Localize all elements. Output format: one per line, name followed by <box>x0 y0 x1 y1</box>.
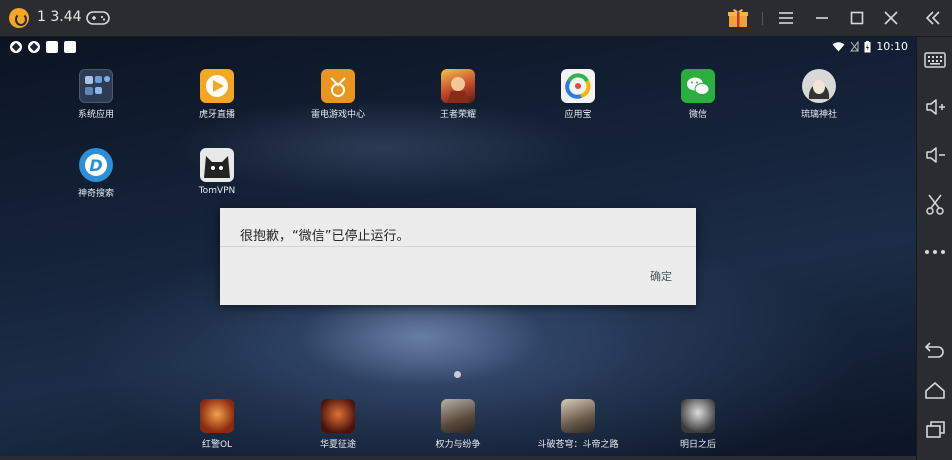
back-icon[interactable] <box>923 338 947 362</box>
search-d-icon: D <box>79 148 113 182</box>
android-status-bar: 10:10 <box>0 37 916 57</box>
maximize-icon[interactable] <box>844 6 870 30</box>
window-title: 1 3.44 <box>37 9 82 25</box>
title-bar: 1 3.44 <box>0 0 952 37</box>
minimize-icon[interactable] <box>809 6 835 30</box>
close-icon[interactable] <box>878 6 904 30</box>
app-power-strife[interactable]: 权力与纷争 <box>413 399 503 450</box>
app-red-alert[interactable]: 红警OL <box>172 399 262 450</box>
status-clock: 10:10 <box>876 40 908 53</box>
game-center-icon <box>321 69 355 103</box>
honor-of-kings-icon <box>441 69 475 103</box>
recent-apps-icon[interactable] <box>923 417 947 441</box>
menu-icon[interactable] <box>773 6 799 30</box>
app-label: 神奇搜索 <box>77 189 114 199</box>
scissors-icon[interactable] <box>923 192 947 216</box>
notification-app-icon <box>10 41 22 53</box>
wechat-icon <box>681 69 715 103</box>
app-label: 红警OL <box>201 440 233 450</box>
huaxia-icon <box>321 399 355 433</box>
no-signal-icon <box>850 41 859 52</box>
app-tomorrow[interactable]: 明日之后 <box>653 399 743 450</box>
app-tomvpn[interactable]: TomVPN <box>172 148 262 196</box>
home-icon[interactable] <box>923 378 947 402</box>
app-store-icon <box>561 69 595 103</box>
app-label: 明日之后 <box>679 440 716 450</box>
app-label: 雷电游戏中心 <box>310 110 365 120</box>
app-label: 斗破苍穹：斗帝之路 <box>537 440 619 450</box>
huya-icon <box>200 69 234 103</box>
app-label: 虎牙直播 <box>198 110 235 120</box>
red-alert-icon <box>200 399 234 433</box>
folder-icon <box>79 69 113 103</box>
app-label: 应用宝 <box>564 110 592 120</box>
app-game-center[interactable]: 雷电游戏中心 <box>293 69 383 120</box>
battery-charging-icon <box>864 40 871 52</box>
notification-app-icon <box>28 41 40 53</box>
title-divider <box>762 12 763 25</box>
wifi-icon <box>832 42 845 52</box>
app-liuli[interactable]: 琉璃神社 <box>774 69 864 120</box>
app-system-apps[interactable]: 系统应用 <box>51 69 141 120</box>
doupo-icon <box>561 399 595 433</box>
cat-vpn-icon <box>200 148 234 182</box>
app-huya[interactable]: 虎牙直播 <box>172 69 262 120</box>
keyboard-icon[interactable] <box>923 48 947 72</box>
emulator-toolbar <box>916 37 952 460</box>
emulator-window: 1 3.44 10:10 系统应用 虎牙直播 雷电游戏中心 王者荣耀 应用宝 微… <box>0 0 952 460</box>
volume-down-icon[interactable] <box>923 143 947 167</box>
gift-icon[interactable] <box>725 6 751 30</box>
svg-text:D: D <box>89 156 102 175</box>
app-logo-icon <box>9 8 29 28</box>
more-icon[interactable] <box>923 240 947 264</box>
app-label: TomVPN <box>198 186 236 196</box>
anime-girl-icon <box>802 69 836 103</box>
app-doupo[interactable]: 斗破苍穹：斗帝之路 <box>533 399 623 450</box>
app-label: 系统应用 <box>77 110 114 120</box>
dialog-message: 很抱歉，“微信”已停止运行。 <box>240 229 410 244</box>
app-huaxia[interactable]: 华夏征途 <box>293 399 383 450</box>
app-label: 权力与纷争 <box>435 440 481 450</box>
page-indicator <box>454 371 461 378</box>
app-wechat[interactable]: 微信 <box>653 69 743 120</box>
window-bottom-border <box>0 456 916 460</box>
power-strife-icon <box>441 399 475 433</box>
app-label: 微信 <box>688 110 707 120</box>
app-label: 琉璃神社 <box>800 110 837 120</box>
ok-button[interactable]: 确定 <box>650 268 672 284</box>
app-magic-search[interactable]: D 神奇搜索 <box>51 148 141 199</box>
app-honor-of-kings[interactable]: 王者荣耀 <box>413 69 503 120</box>
notification-icon <box>64 41 76 53</box>
gamepad-icon[interactable] <box>86 10 110 30</box>
app-stopped-dialog: 很抱歉，“微信”已停止运行。 确定 <box>220 208 696 305</box>
app-label: 王者荣耀 <box>439 110 476 120</box>
app-label: 华夏征途 <box>319 440 356 450</box>
notification-icon <box>46 41 58 53</box>
tomorrow-icon <box>681 399 715 433</box>
volume-up-icon[interactable] <box>923 95 947 119</box>
app-yingyongbao[interactable]: 应用宝 <box>533 69 623 120</box>
collapse-sidebar-icon[interactable] <box>920 6 946 30</box>
dialog-divider <box>220 246 696 247</box>
